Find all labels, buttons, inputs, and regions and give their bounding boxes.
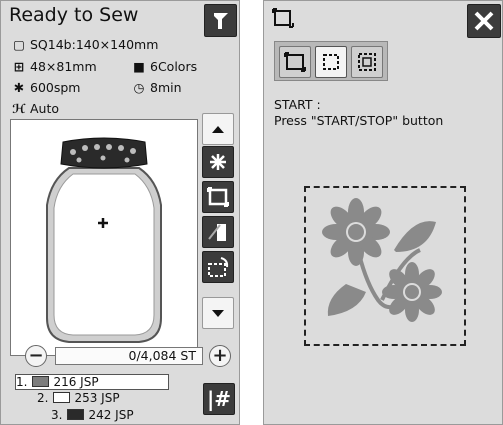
stitch-counter: 0/4,084 ST [55, 347, 203, 365]
speed-value: 600spm [30, 80, 81, 95]
instruction-title: START : [274, 97, 321, 112]
color-index: 3. [51, 408, 63, 422]
speed-info: ✱ 600spm [11, 80, 81, 95]
trace-outline-icon [284, 52, 306, 72]
time-info: ◷ 8min [131, 80, 182, 95]
trace-corner-mode-button[interactable] [315, 46, 347, 78]
trace-area-preview [304, 186, 466, 346]
back-button[interactable] [204, 4, 237, 37]
color-label: 216 JSP [53, 375, 99, 389]
time-value: 8min [150, 80, 182, 95]
colors-value: 6Colors [150, 59, 198, 74]
speed-icon: ✱ [13, 80, 25, 95]
triangle-down-icon [212, 310, 224, 317]
ready-to-sew-panel: Ready to Sew ▢ SQ14b:140×140mm ⊞ 48×81mm ■… [0, 0, 240, 425]
color-label: 253 JSP [74, 391, 120, 405]
panel-title: Ready to Sew [9, 4, 139, 26]
jar-design [46, 137, 162, 343]
color-swatch [53, 392, 71, 403]
color-label: 242 JSP [88, 408, 134, 422]
trace-button[interactable] [202, 181, 234, 213]
thread-spool-icon [208, 224, 226, 241]
trace-frame-icon [207, 187, 229, 207]
flower-design [322, 198, 442, 322]
instruction-text: Press "START/STOP" button [274, 113, 444, 128]
color-swatch [67, 409, 85, 420]
color-list-item[interactable]: 1. 216 JSP [15, 374, 169, 390]
trace-mode-selector [274, 41, 388, 81]
color-index: 1. [16, 375, 28, 389]
color-list-item[interactable]: 3. 242 JSP [51, 408, 134, 424]
scroll-down-button[interactable] [202, 297, 234, 329]
close-icon [474, 11, 494, 31]
trace-title-icon [272, 7, 294, 33]
presser-foot-icon: ℋ [12, 101, 26, 116]
thread-color-list: 1. 216 JSP 2. 253 JSP 3. 242 JSP [15, 374, 185, 424]
close-button[interactable] [467, 4, 501, 38]
size-value: 48×81mm [30, 59, 97, 74]
stitch-minus-button[interactable]: − [25, 345, 47, 367]
clock-icon: ◷ [133, 80, 145, 95]
scroll-up-button[interactable] [202, 113, 234, 145]
presser-info: ℋ Auto [11, 101, 59, 116]
stitch-plus-button[interactable]: + [209, 345, 231, 367]
triangle-up-icon [212, 126, 224, 133]
colors-info: ■ 6Colors [131, 59, 197, 74]
color-index: 2. [37, 391, 49, 405]
trace-full-icon [358, 53, 376, 71]
color-shuffle-button[interactable] [202, 146, 234, 178]
trace-panel: START : Press "START/STOP" button [263, 0, 503, 425]
size-info: ⊞ 48×81mm [11, 59, 97, 74]
trace-corner-icon [323, 54, 339, 70]
thread-spool-icon: ■ [133, 59, 145, 74]
trace-full-mode-button[interactable] [351, 46, 383, 78]
return-arrow-icon [214, 13, 228, 29]
color-swatch [32, 376, 50, 387]
thread-change-button[interactable] [202, 216, 234, 248]
trace-outline-mode-button[interactable] [279, 46, 311, 78]
hoop-info: ▢ SQ14b:140×140mm [11, 37, 158, 52]
design-preview [10, 119, 198, 356]
hoop-icon: ▢ [13, 37, 25, 52]
design-size-icon: ⊞ [13, 59, 25, 74]
hoop-value: SQ14b:140×140mm [30, 37, 159, 52]
stitch-navigation: − 0/4,084 ST + [15, 345, 235, 367]
color-shuffle-icon [210, 154, 226, 170]
hoop-move-button[interactable] [202, 251, 234, 283]
presser-value: Auto [30, 101, 60, 116]
hoop-move-icon [208, 257, 229, 277]
stitch-number-button[interactable]: |# [203, 383, 235, 415]
color-list-item[interactable]: 2. 253 JSP [37, 391, 120, 407]
